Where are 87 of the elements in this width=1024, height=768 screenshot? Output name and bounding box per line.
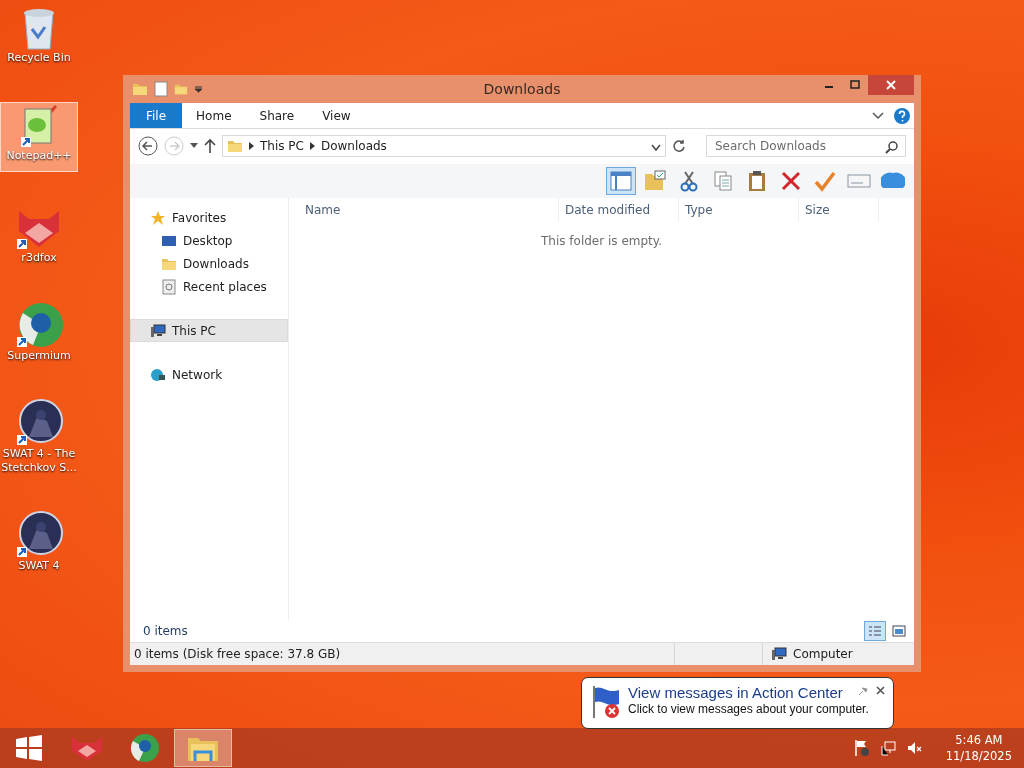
navigation-item[interactable]: Desktop	[130, 229, 288, 252]
navigation-item[interactable]: Recent places	[130, 275, 288, 298]
star-icon	[150, 209, 166, 226]
up-arrow-icon	[204, 138, 216, 154]
window-title: Downloads	[483, 81, 561, 97]
computer-icon	[150, 322, 166, 339]
notepad-icon	[19, 105, 59, 149]
close-button[interactable]	[868, 75, 914, 95]
pin-icon	[858, 686, 868, 696]
maximize-icon	[850, 80, 860, 90]
status-text: 0 items (Disk free space: 37.8 GB)	[134, 647, 341, 661]
game-icon	[15, 511, 63, 559]
recent-places-icon	[161, 278, 177, 295]
desktop-shortcut-label: SWAT 4	[17, 559, 61, 573]
desktop-shortcut-label: Supermium	[6, 349, 72, 363]
column-header[interactable]: Date modified	[559, 198, 679, 222]
new-folder-icon	[174, 82, 188, 96]
details-view-icon	[868, 625, 882, 637]
empty-folder-message: This folder is empty.	[540, 234, 663, 248]
game-icon	[15, 399, 63, 447]
navigation-label: Recent places	[183, 279, 267, 294]
delete-icon	[780, 170, 802, 192]
desktop-shortcut-label: Recycle Bin	[6, 51, 72, 65]
navigation-label: Desktop	[183, 233, 233, 248]
computer-icon	[771, 646, 787, 662]
scissors-icon	[679, 170, 699, 192]
breadcrumb-arrow-icon	[249, 142, 254, 150]
copy-icon	[713, 170, 733, 192]
network-icon	[150, 366, 166, 383]
navigation-item[interactable]: Downloads	[130, 252, 288, 275]
dropdown-icon	[194, 85, 203, 93]
address-bar[interactable]: This PC Downloads	[222, 135, 666, 157]
browser-icon	[130, 733, 160, 763]
search-field[interactable]: Search Downloads	[706, 135, 906, 157]
item-count: 0 items	[143, 624, 188, 638]
windows-start-icon	[15, 735, 43, 761]
toolbar-button[interactable]	[606, 167, 636, 195]
browser-icon	[15, 301, 63, 349]
clock-time: 5:46 AM	[955, 732, 1003, 748]
large-icons-view-icon	[892, 625, 906, 637]
navigation-label: This PC	[172, 323, 216, 338]
preview-pane-icon	[610, 171, 632, 191]
navigation-label: Favorites	[172, 210, 227, 225]
search-icon	[885, 141, 898, 154]
desktop-shortcut-label: SWAT 4 - The Stetchkov S...	[1, 447, 77, 475]
action-center-flag-icon	[853, 739, 870, 757]
navigation-item[interactable]: Network	[130, 363, 288, 386]
close-icon	[886, 80, 896, 90]
notification-text: Click to view messages about your computer.	[628, 702, 869, 716]
expand-ribbon-icon	[872, 110, 884, 121]
recent-dropdown-icon	[190, 143, 198, 149]
column-header[interactable]: Name	[289, 198, 559, 222]
taskbar-button[interactable]	[174, 729, 232, 767]
navigation-item[interactable]: This PC	[130, 319, 288, 342]
desktop-shortcut[interactable]: Recycle Bin	[0, 4, 78, 74]
folder-check-icon	[643, 170, 667, 192]
folder-icon	[132, 81, 148, 97]
breadcrumb[interactable]: Downloads	[320, 139, 387, 153]
details-view-button[interactable]	[864, 621, 886, 641]
downloads-folder-icon	[227, 138, 243, 154]
refresh-button[interactable]	[672, 139, 686, 153]
desktop-shortcut-label: Notepad++	[5, 149, 73, 163]
column-header[interactable]: Size	[799, 198, 879, 222]
action-center-flag-icon	[590, 684, 622, 720]
column-header[interactable]: Type	[679, 198, 799, 222]
clock-date: 11/18/2025	[945, 748, 1012, 764]
help-icon	[894, 107, 910, 124]
desktop-icon	[161, 233, 177, 248]
navigation-label: Network	[172, 367, 223, 382]
desktop-shortcut-label: r3dfox	[20, 251, 58, 265]
navigation-label: Downloads	[183, 256, 249, 271]
network-status-icon	[879, 740, 896, 756]
clipboard-icon	[747, 170, 767, 192]
breadcrumb-arrow-icon	[309, 142, 315, 150]
close-icon	[876, 686, 885, 695]
refresh-icon	[672, 139, 686, 153]
rename-icon	[847, 172, 871, 190]
navigation-item[interactable]: Favorites	[130, 206, 288, 229]
address-dropdown-icon	[651, 143, 661, 152]
back-button[interactable]	[138, 136, 158, 156]
notification-balloon[interactable]: View messages in Action Center Click to view messages about your computer.	[581, 677, 894, 729]
speaker-muted-icon	[905, 740, 922, 756]
breadcrumb[interactable]: This PC	[260, 139, 304, 153]
checkmark-icon	[814, 170, 836, 192]
status-location: Computer	[793, 647, 853, 661]
properties-icon	[154, 81, 168, 97]
notification-title: View messages in Action Center	[628, 684, 843, 701]
